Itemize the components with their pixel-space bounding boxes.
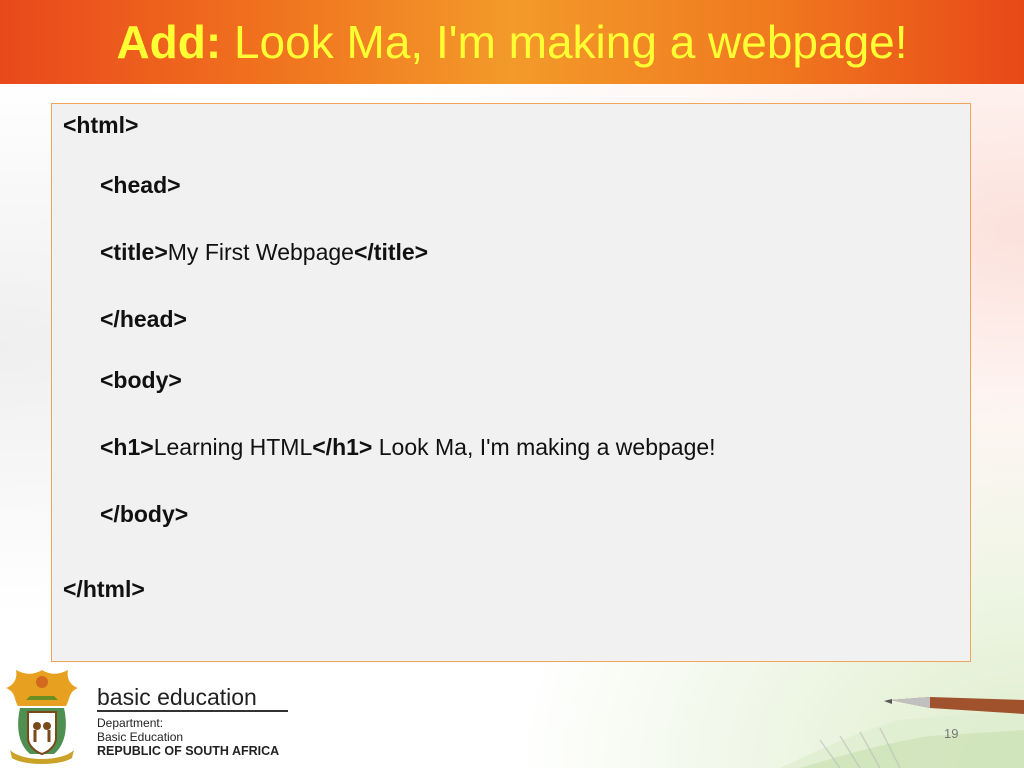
code-line-body-close: </body> [100, 501, 189, 527]
country-name: REPUBLIC OF SOUTH AFRICA [97, 744, 280, 758]
code-line-title: <title>My First Webpage</title> [100, 239, 428, 266]
title-bold-prefix: Add: [116, 16, 222, 68]
h1-close-tag: </h1> [312, 434, 373, 460]
code-line-html-close: </html> [63, 576, 145, 602]
code-box: <html> <head> <title>My First Webpage</t… [51, 103, 971, 662]
body-text: Look Ma, I'm making a webpage! [372, 434, 716, 460]
title-content: My First Webpage [167, 239, 354, 265]
h1-open-tag: <h1> [100, 434, 154, 460]
pen-decoration-icon [780, 697, 1024, 768]
department-label: Department: [97, 716, 164, 730]
page-number: 19 [944, 726, 959, 741]
code-line-head-open: <head> [100, 172, 181, 198]
code-line-html-open: <html> [63, 112, 139, 138]
slide-title: Add: Look Ma, I'm making a webpage! [116, 19, 907, 65]
brand-name: basic education [97, 684, 257, 710]
h1-content: Learning HTML [153, 434, 313, 460]
code-line-body-open: <body> [100, 367, 182, 393]
code-line-h1: <h1>Learning HTML</h1> Look Ma, I'm maki… [100, 434, 716, 461]
title-bar: Add: Look Ma, I'm making a webpage! [0, 0, 1024, 84]
department-name: Basic Education [97, 730, 184, 744]
title-close-tag: </title> [353, 239, 429, 265]
brand-divider [97, 710, 288, 712]
title-text: Look Ma, I'm making a webpage! [221, 16, 908, 68]
title-open-tag: <title> [100, 239, 168, 265]
code-line-head-close: </head> [100, 306, 187, 332]
coat-of-arms-icon [6, 670, 78, 764]
department-logo: basic education Department: Basic Educat… [0, 664, 300, 768]
department-text: Department: Basic Education REPUBLIC OF … [97, 716, 279, 758]
